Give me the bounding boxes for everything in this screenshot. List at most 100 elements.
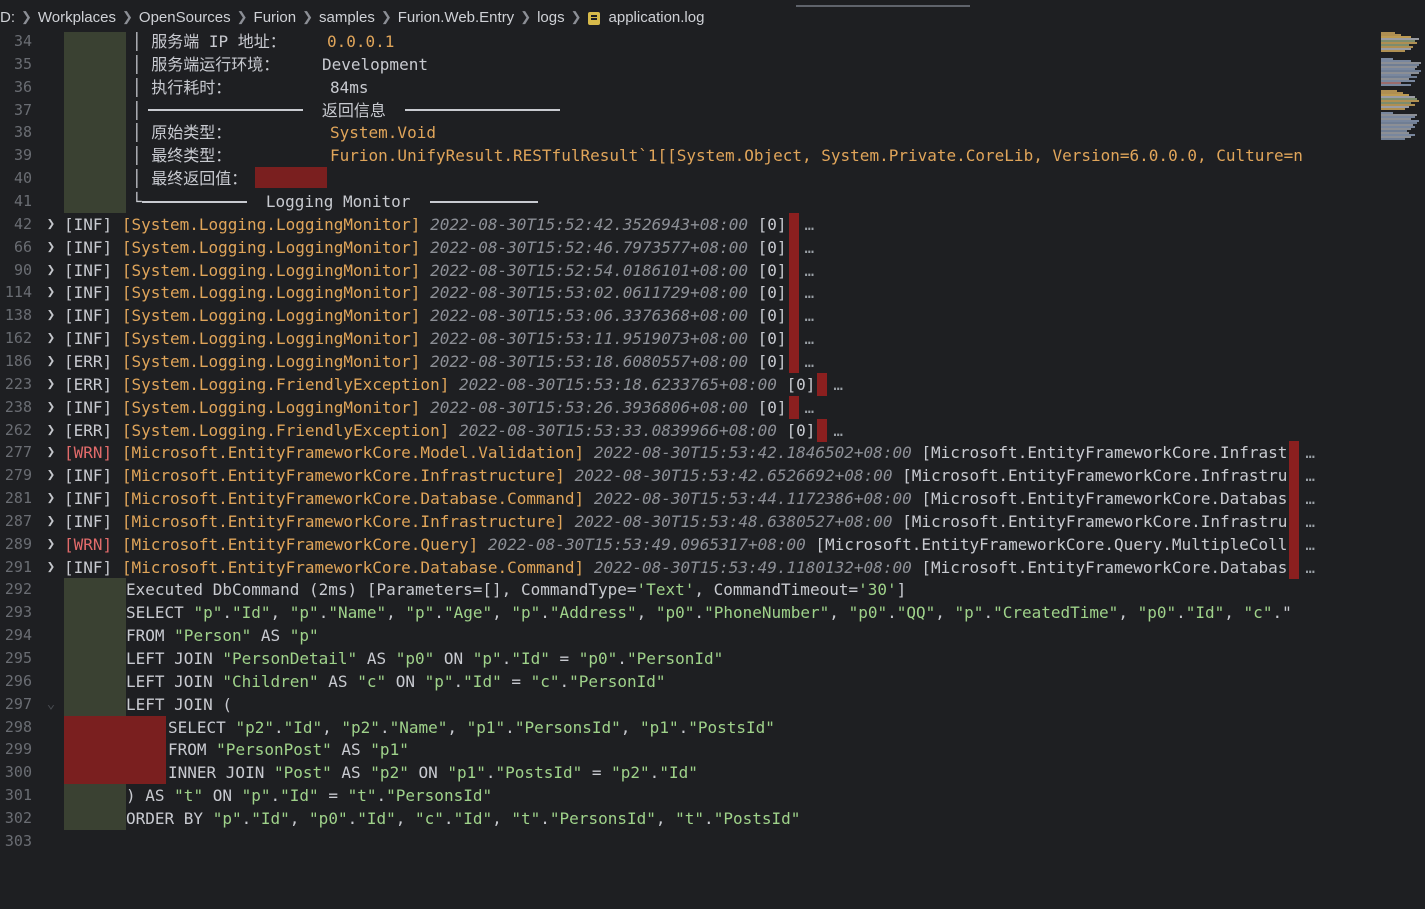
sql-string: "Id" — [511, 649, 550, 668]
chevron-right-icon[interactable]: ❯ — [44, 510, 58, 533]
chevron-right-icon[interactable]: ❯ — [44, 281, 58, 304]
folded-ellipsis[interactable]: … — [1305, 558, 1315, 577]
log-level: [INF] — [64, 489, 113, 508]
folded-ellipsis[interactable]: … — [805, 398, 815, 417]
folded-ellipsis[interactable]: … — [805, 306, 815, 325]
sql-line: 302 ORDER BY "p"."Id", "p0"."Id", "c"."Id… — [0, 807, 1373, 830]
folded-ellipsis[interactable]: … — [805, 352, 815, 371]
sql-string: "c" — [1243, 603, 1273, 623]
box-bar: │ — [132, 169, 152, 189]
chevron-right-icon[interactable]: ❯ — [44, 556, 58, 579]
folded-ellipsis[interactable]: … — [1305, 466, 1315, 485]
log-category: [Microsoft.EntityFrameworkCore.Infrastru… — [121, 511, 565, 531]
log-detail-line: 37 │ 返回信息 — [0, 99, 1373, 122]
sql-text: SELECT "p2"."Id", "p2"."Name", "p1"."Per… — [168, 717, 775, 737]
line-number: 300 — [4, 763, 32, 782]
log-entry-text: [ERR] [System.Logging.FriendlyException]… — [64, 418, 843, 442]
folded-ellipsis[interactable]: … — [1305, 535, 1315, 554]
folded-ellipsis[interactable]: … — [805, 261, 815, 280]
editor-area[interactable]: 34 │ 服务端 IP 地址： 0.0.0.1 35 │ 服务端运行环境： Develop… — [0, 32, 1373, 909]
chevron-right-icon[interactable]: ❯ — [44, 259, 58, 282]
chevron-right-icon[interactable]: ❯ — [44, 373, 58, 396]
chevron-down-icon[interactable]: ⌄ — [44, 693, 58, 716]
chevron-right-icon[interactable]: ❯ — [44, 464, 58, 487]
chevron-right-icon[interactable]: ❯ — [44, 350, 58, 373]
sql-line: 295 LEFT JOIN "PersonDetail" AS "p0" ON "… — [0, 647, 1373, 670]
sql-string: "p2" — [341, 717, 380, 737]
folded-ellipsis[interactable]: … — [805, 329, 815, 348]
log-tail: [0] — [786, 420, 816, 440]
field-label: 执行耗时： — [151, 77, 232, 97]
breadcrumb-item[interactable]: logs — [537, 9, 565, 26]
sql-string: "Id" — [1185, 603, 1225, 623]
breadcrumb-item[interactable]: Workplaces — [38, 9, 116, 26]
minimap-line — [1381, 84, 1411, 86]
log-detail-line: 35 │ 服务端运行环境： Development — [0, 53, 1373, 76]
log-entry-text: [INF] [System.Logging.LoggingMonitor] 20… — [64, 212, 815, 236]
line-number: 281 — [4, 489, 32, 507]
sql-line: 299 FROM "PersonPost" AS "p1" — [0, 738, 1373, 761]
type-name-rest: , Culture=n — [1196, 146, 1303, 166]
line-number: 90 — [13, 260, 32, 279]
box-bar: │ — [132, 123, 152, 143]
chevron-right-icon[interactable]: ❯ — [44, 441, 58, 464]
sql-string: "Id" — [357, 808, 396, 828]
minimap[interactable] — [1378, 32, 1425, 152]
chevron-right-icon: ❯ — [21, 9, 32, 24]
log-level: [ERR] — [64, 374, 113, 394]
log-category: [System.Logging.FriendlyException] — [121, 374, 450, 394]
breadcrumb-item[interactable]: D: — [0, 9, 15, 26]
chevron-right-icon[interactable]: ❯ — [44, 396, 58, 419]
breadcrumb-item[interactable]: Furion — [254, 9, 297, 26]
log-entry-row: 223 ❯ [ERR] [System.Logging.FriendlyExcept… — [0, 372, 1373, 396]
redaction-mark — [788, 212, 799, 236]
chevron-right-icon[interactable]: ❯ — [44, 304, 58, 327]
breadcrumb-item[interactable]: Furion.Web.Entry — [398, 9, 514, 26]
chevron-right-icon[interactable]: ❯ — [44, 327, 58, 350]
folded-ellipsis[interactable]: … — [1305, 489, 1315, 508]
folded-ellipsis[interactable]: … — [833, 375, 843, 394]
sql-string: "c" — [357, 671, 387, 691]
box-rule — [429, 200, 538, 203]
chevron-right-icon: ❯ — [380, 9, 392, 24]
chevron-right-icon[interactable]: ❯ — [44, 213, 58, 236]
breadcrumb-item[interactable]: samples — [319, 9, 375, 26]
chevron-right-icon[interactable]: ❯ — [44, 487, 58, 510]
breadcrumb-file[interactable]: application.log — [609, 9, 705, 26]
field-label: 原始类型： — [151, 123, 232, 143]
minimap-line — [1381, 108, 1405, 110]
vertical-scrollbar[interactable] — [1373, 32, 1378, 909]
chevron-right-icon[interactable]: ❯ — [44, 236, 58, 259]
folded-ellipsis[interactable]: … — [1305, 443, 1315, 462]
chevron-right-icon[interactable]: ❯ — [44, 419, 58, 442]
sql-text: LEFT JOIN ( — [126, 694, 232, 714]
log-category: [System.Logging.LoggingMonitor] — [121, 351, 421, 371]
log-tail: [0] — [786, 374, 816, 394]
sql-line: 298 SELECT "p2"."Id", "p2"."Name", "p1"."… — [0, 716, 1373, 739]
sql-string: "t" — [511, 808, 541, 828]
folded-ellipsis[interactable]: … — [805, 238, 815, 257]
folded-ellipsis[interactable]: … — [805, 283, 815, 302]
folded-ellipsis[interactable]: … — [805, 215, 815, 234]
folded-ellipsis[interactable]: … — [1305, 512, 1315, 531]
sql-string: 'Text' — [636, 580, 695, 600]
sql-string: "p0" — [1137, 603, 1177, 623]
sql-text: Executed DbCommand (2ms) [Parameters=[],… — [126, 580, 907, 600]
log-timestamp: 2022-08-30T15:53:44.1172386+08:00 — [593, 489, 912, 508]
chevron-right-icon[interactable]: ❯ — [44, 533, 58, 556]
log-entry-text: [INF] [System.Logging.LoggingMonitor] 20… — [64, 327, 815, 351]
log-timestamp: 2022-08-30T15:53:06.3376368+08:00 — [430, 306, 748, 326]
log-entry-text: [INF] [System.Logging.LoggingMonitor] 20… — [64, 235, 815, 259]
log-level: [INF] — [64, 397, 113, 417]
line-number: 303 — [4, 831, 32, 850]
log-entry-row: 42 ❯ [INF] [System.Logging.LoggingMonitor]… — [0, 212, 1373, 236]
log-level: [INF] — [64, 511, 113, 531]
line-number: 298 — [4, 717, 32, 736]
chevron-right-icon: ❯ — [122, 9, 133, 24]
chevron-right-icon: ❯ — [570, 9, 582, 24]
breadcrumb-item[interactable]: OpenSources — [139, 9, 231, 26]
redaction-mark — [788, 235, 799, 259]
folded-ellipsis[interactable]: … — [833, 421, 843, 440]
active-tab-indicator — [796, 5, 970, 7]
sql-string: "p1" — [640, 717, 679, 737]
